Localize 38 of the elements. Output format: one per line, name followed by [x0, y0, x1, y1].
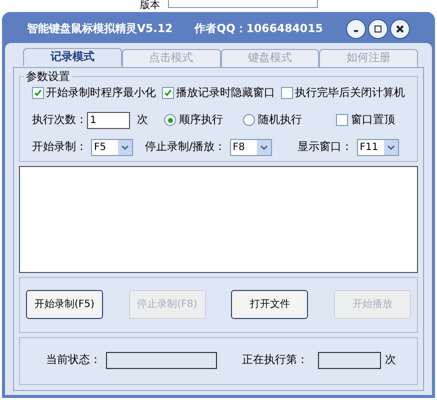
- topmost-label: 窗口置顶: [351, 112, 395, 128]
- mode-label: 随机执行: [258, 112, 302, 128]
- hotkey-dropdown[interactable]: F11: [356, 138, 399, 156]
- progress-label: 正在执行第：: [242, 352, 308, 368]
- radio-button[interactable]: [164, 114, 176, 126]
- mode-label: 顺序执行: [179, 112, 223, 128]
- background-label: 版本: [140, 0, 160, 12]
- action-button[interactable]: 开始录制(F5): [26, 290, 103, 319]
- author-label: 作者QQ：1066484015: [194, 20, 323, 37]
- check-icon: [34, 89, 42, 98]
- repeat-count-field[interactable]: 1: [87, 112, 130, 128]
- unit-label: 次: [385, 352, 396, 368]
- minimize-button[interactable]: [346, 19, 366, 39]
- maximize-icon: [374, 25, 382, 33]
- hotkey-label: 显示窗口：: [298, 138, 353, 155]
- maximize-button[interactable]: [368, 19, 388, 39]
- window-title: 智能键盘鼠标模拟精灵V5.12: [27, 20, 173, 37]
- action-button[interactable]: 打开文件: [231, 290, 308, 319]
- hotkey-dropdown[interactable]: F5: [91, 138, 133, 156]
- tab[interactable]: 记录模式: [23, 48, 122, 66]
- option-label: 播放记录时隐藏窗口: [176, 85, 275, 101]
- status-label: 当前状态：: [46, 352, 101, 368]
- checkbox[interactable]: [32, 87, 44, 100]
- progress-field: [318, 352, 381, 369]
- close-button[interactable]: [390, 19, 410, 39]
- radio-button[interactable]: [243, 114, 255, 126]
- hotkey-dropdown[interactable]: F8: [230, 138, 272, 156]
- hotkey-label: 开始录制：: [32, 138, 87, 155]
- checkbox[interactable]: [281, 87, 293, 100]
- checkbox[interactable]: [336, 114, 348, 126]
- close-icon: [396, 25, 404, 33]
- repeat-label: 执行次数：: [32, 112, 87, 128]
- option-label: 开始录制时程序最小化: [46, 85, 156, 101]
- check-icon: [164, 89, 172, 98]
- checkbox[interactable]: [162, 87, 174, 100]
- hotkey-label: 停止录制/播放：: [145, 138, 226, 155]
- option-label: 执行完毕后关闭计算机: [295, 85, 405, 101]
- unit-label: 次: [137, 112, 148, 128]
